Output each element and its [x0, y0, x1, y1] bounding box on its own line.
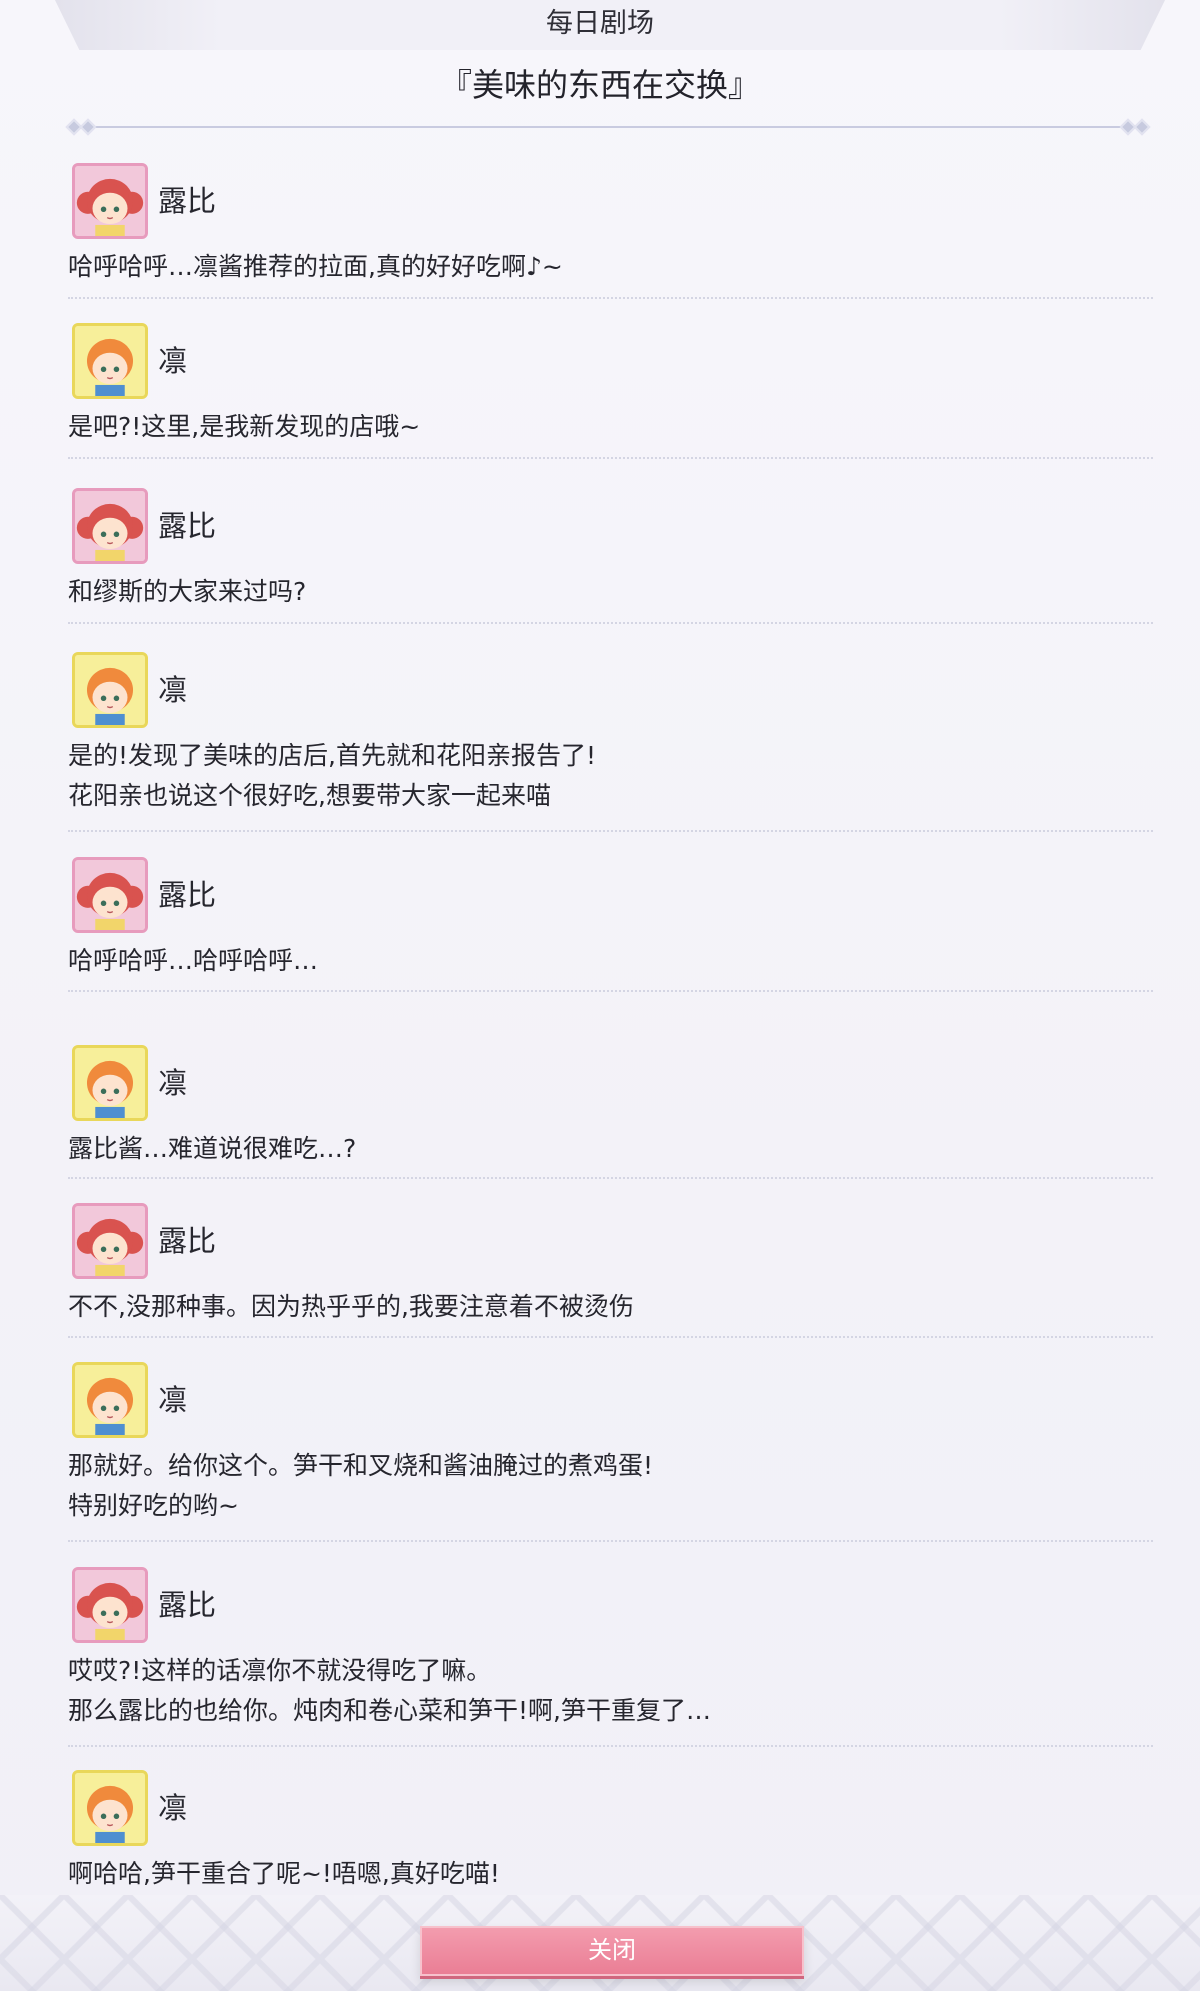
speaker-row: 露比	[72, 1567, 672, 1643]
divider-ornament	[79, 118, 97, 136]
ruby-portrait	[75, 491, 145, 561]
close-button[interactable]: 关闭	[420, 1926, 804, 1976]
dotted-separator	[68, 990, 1153, 992]
dialog-line: 那么露比的也给你。炖肉和卷心菜和笋干!啊,笋干重复了…	[68, 1696, 711, 1725]
dotted-separator	[68, 1745, 1153, 1747]
ruby-portrait	[75, 1206, 145, 1276]
ruby-portrait	[75, 860, 145, 930]
rin-portrait	[75, 1773, 145, 1843]
dialog-line: 哈呼哈呼…哈呼哈呼…	[68, 946, 319, 975]
dotted-separator	[68, 622, 1153, 624]
speaker-name: 凛	[158, 673, 188, 707]
speaker-row: 凛	[72, 323, 672, 399]
dialog-line: 是吧?!这里,是我新发现的店哦~	[68, 412, 421, 441]
speaker-row: 露比	[72, 1203, 672, 1279]
dialog-line: 哎哎?!这样的话凛你不就没得吃了嘛。	[68, 1656, 492, 1685]
ruby-portrait	[75, 166, 145, 236]
rin-avatar-icon	[72, 323, 148, 399]
speaker-row: 凛	[72, 1770, 672, 1846]
episode-title: 『美味的东西在交换』	[439, 66, 760, 104]
rin-portrait	[75, 1048, 145, 1118]
rin-avatar-icon	[72, 652, 148, 728]
rin-avatar-icon	[72, 1045, 148, 1121]
speaker-name: 露比	[158, 1224, 217, 1258]
dialog-line: 和缪斯的大家来过吗?	[68, 577, 307, 606]
dialog-line: 是的!发现了美味的店后,首先就和花阳亲报告了!	[68, 741, 596, 770]
dialog-line: 花阳亲也说这个很好吃,想要带大家一起来喵	[68, 781, 551, 810]
rin-avatar-icon	[72, 1770, 148, 1846]
rin-portrait	[75, 1365, 145, 1435]
dotted-separator	[68, 1177, 1153, 1179]
dotted-separator	[68, 830, 1153, 832]
speaker-name: 凛	[158, 1066, 188, 1100]
rin-avatar-icon	[72, 1362, 148, 1438]
ruby-avatar-icon	[72, 1567, 148, 1643]
dotted-separator	[68, 297, 1153, 299]
speaker-row: 凛	[72, 1362, 672, 1438]
dialog-line: 特别好吃的哟~	[68, 1491, 239, 1520]
rin-portrait	[75, 326, 145, 396]
speaker-name: 露比	[158, 184, 217, 218]
speaker-name: 露比	[158, 509, 217, 543]
dialog-line: 啊哈哈,笋干重合了呢~!唔嗯,真好吃喵!	[68, 1859, 500, 1888]
speaker-row: 露比	[72, 163, 672, 239]
ruby-portrait	[75, 1570, 145, 1640]
speaker-name: 露比	[158, 1588, 217, 1622]
daily-theater-page: 每日剧场 『美味的东西在交换』 露比 哈呼哈呼…凛酱推荐的拉面,真的好好吃啊♪~ 凛…	[0, 0, 1200, 1991]
dotted-separator	[68, 1540, 1153, 1542]
dialog-line: 露比酱…难道说很难吃…?	[68, 1134, 357, 1163]
divider-ornament	[1133, 118, 1151, 136]
ruby-avatar-icon	[72, 1203, 148, 1279]
speaker-row: 凛	[72, 652, 672, 728]
dotted-separator	[68, 1336, 1153, 1338]
ruby-avatar-icon	[72, 857, 148, 933]
speaker-name: 凛	[158, 1383, 188, 1417]
speaker-name: 凛	[158, 344, 188, 378]
speaker-name: 凛	[158, 1791, 188, 1825]
speaker-row: 露比	[72, 488, 672, 564]
speaker-row: 露比	[72, 857, 672, 933]
speaker-row: 凛	[72, 1045, 672, 1121]
title-divider	[72, 126, 1147, 128]
ruby-avatar-icon	[72, 488, 148, 564]
rin-portrait	[75, 655, 145, 725]
ruby-avatar-icon	[72, 163, 148, 239]
speaker-name: 露比	[158, 878, 217, 912]
dialog-line: 不不,没那种事。因为热乎乎的,我要注意着不被烫伤	[68, 1292, 634, 1321]
dialog-line: 那就好。给你这个。笋干和叉烧和酱油腌过的煮鸡蛋!	[68, 1451, 654, 1480]
header-title: 每日剧场	[546, 8, 654, 39]
dotted-separator	[68, 457, 1153, 459]
dialog-line: 哈呼哈呼…凛酱推荐的拉面,真的好好吃啊♪~	[68, 252, 563, 281]
